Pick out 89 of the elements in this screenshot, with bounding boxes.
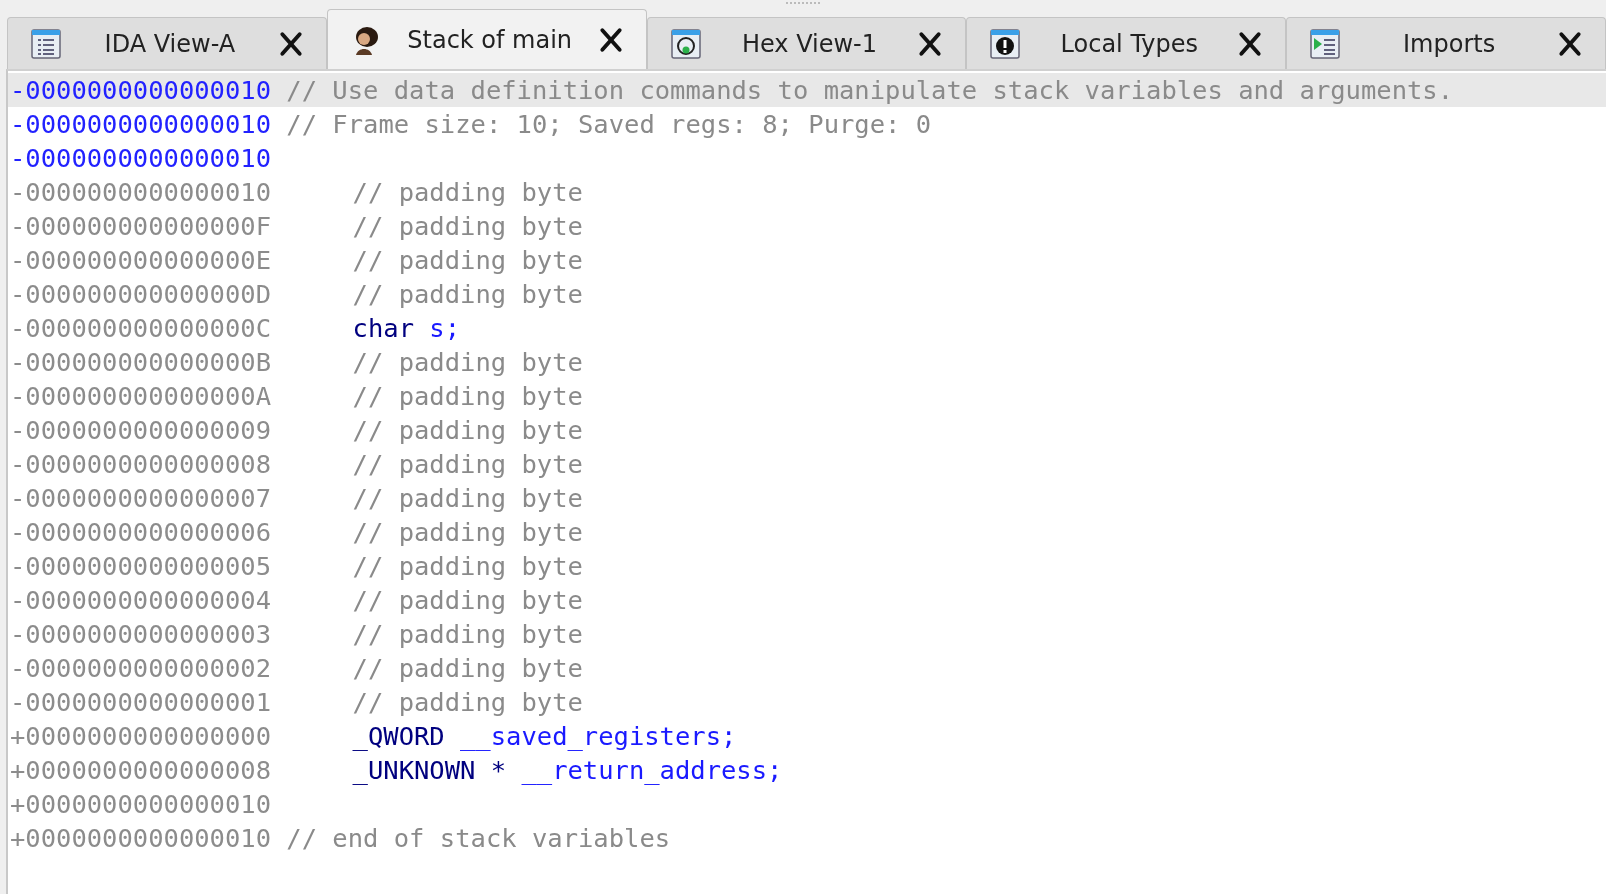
- comment: // padding byte: [352, 415, 583, 445]
- close-icon[interactable]: [917, 30, 944, 57]
- stack-offset: -000000000000000A: [10, 381, 271, 411]
- stack-offset: -000000000000000D: [10, 279, 271, 309]
- comment: // padding byte: [352, 653, 583, 683]
- stack-offset: -0000000000000010: [10, 75, 271, 105]
- code-line[interactable]: -0000000000000010 // Frame size: 10; Saved regs: 8; Purge: 0: [8, 107, 1606, 141]
- stack-offset: -000000000000000B: [10, 347, 271, 377]
- comment: // padding byte: [352, 279, 583, 309]
- code-line[interactable]: -000000000000000A // padding byte: [8, 379, 1606, 413]
- list-window-icon: [30, 27, 62, 60]
- close-icon[interactable]: [1237, 30, 1264, 57]
- variable-type: _QWORD: [352, 721, 445, 751]
- variable-name: __saved_registers;: [460, 721, 737, 751]
- stack-offset: -0000000000000010: [10, 109, 271, 139]
- code-line[interactable]: -000000000000000D // padding byte: [8, 277, 1606, 311]
- comment: // padding byte: [352, 245, 583, 275]
- stack-offset: -0000000000000001: [10, 687, 271, 717]
- comment: // padding byte: [352, 551, 583, 581]
- code-line[interactable]: +0000000000000008 _UNKNOWN * __return_address;: [8, 753, 1606, 787]
- tab[interactable]: Hex View-1: [646, 17, 967, 69]
- stack-offset: +0000000000000010: [10, 789, 271, 819]
- code-line[interactable]: -0000000000000006 // padding byte: [8, 515, 1606, 549]
- stack-offset: -0000000000000010: [10, 177, 271, 207]
- code-line[interactable]: -000000000000000E // padding byte: [8, 243, 1606, 277]
- code-line[interactable]: +0000000000000010: [8, 787, 1606, 821]
- comment: // padding byte: [352, 483, 583, 513]
- code-line[interactable]: -0000000000000010: [8, 141, 1606, 175]
- code-line[interactable]: -000000000000000C char s;: [8, 311, 1606, 345]
- comment: // Use data definition commands to manipulate stack variables and arguments.: [286, 75, 1454, 105]
- stack-offset: -000000000000000E: [10, 245, 271, 275]
- stack-offset: -000000000000000F: [10, 211, 271, 241]
- code-line[interactable]: +0000000000000010 // end of stack variables: [8, 821, 1606, 855]
- close-icon[interactable]: [1557, 30, 1583, 57]
- tab-label: Stack of main: [406, 25, 574, 54]
- stack-offset: -0000000000000005: [10, 551, 271, 581]
- comment: // padding byte: [352, 687, 583, 717]
- comment: // padding byte: [352, 211, 583, 241]
- code-line[interactable]: -0000000000000008 // padding byte: [8, 447, 1606, 481]
- tab[interactable]: IDA View-A: [7, 17, 327, 69]
- stack-offset: -0000000000000007: [10, 483, 271, 513]
- info-window-icon: [989, 27, 1022, 60]
- tab[interactable]: Local Types: [966, 17, 1287, 69]
- tab-label: IDA View-A: [103, 29, 237, 58]
- code-line[interactable]: -0000000000000002 // padding byte: [8, 651, 1606, 685]
- stack-offset: -0000000000000008: [10, 449, 271, 479]
- close-icon[interactable]: [277, 30, 304, 57]
- stack-offset: -0000000000000010: [10, 143, 271, 173]
- comment: // padding byte: [352, 177, 583, 207]
- stack-offset: -0000000000000002: [10, 653, 271, 683]
- comment: // padding byte: [352, 619, 583, 649]
- stack-offset: -0000000000000006: [10, 517, 271, 547]
- code-line[interactable]: -0000000000000004 // padding byte: [8, 583, 1606, 617]
- tab-label: Hex View-1: [740, 29, 879, 58]
- code-line[interactable]: -0000000000000005 // padding byte: [8, 549, 1606, 583]
- stack-offset: -000000000000000C: [10, 313, 271, 343]
- code-line[interactable]: -0000000000000003 // padding byte: [8, 617, 1606, 651]
- variable-type: char: [352, 313, 414, 343]
- close-icon[interactable]: [597, 26, 624, 53]
- comment: // padding byte: [352, 517, 583, 547]
- tab[interactable]: Stack of main: [326, 9, 647, 69]
- comment: // Frame size: 10; Saved regs: 8; Purge: 0: [286, 109, 932, 139]
- tab[interactable]: Imports: [1286, 17, 1606, 69]
- code-line[interactable]: -0000000000000001 // padding byte: [8, 685, 1606, 719]
- code-line[interactable]: -0000000000000007 // padding byte: [8, 481, 1606, 515]
- comment: // padding byte: [352, 585, 583, 615]
- comment: // end of stack variables: [286, 823, 671, 853]
- comment: // padding byte: [352, 347, 583, 377]
- stack-offset: -0000000000000009: [10, 415, 271, 445]
- stack-offset: +0000000000000008: [10, 755, 271, 785]
- gauge-window-icon: [669, 27, 702, 60]
- stack-offset: -0000000000000003: [10, 619, 271, 649]
- code-line[interactable]: -0000000000000010 // padding byte: [8, 175, 1606, 209]
- tab-label: Local Types: [1059, 29, 1199, 58]
- variable-name: s;: [429, 313, 461, 343]
- stack-offset: -0000000000000004: [10, 585, 271, 615]
- variable-type: _UNKNOWN *: [352, 755, 507, 785]
- variable-name: __return_address;: [521, 755, 783, 785]
- code-line[interactable]: -0000000000000009 // padding byte: [8, 413, 1606, 447]
- code-line[interactable]: +0000000000000000 _QWORD __saved_registers;: [8, 719, 1606, 753]
- comment: // padding byte: [352, 381, 583, 411]
- stack-offset: +0000000000000010: [10, 823, 271, 853]
- code-line[interactable]: -000000000000000B // padding byte: [8, 345, 1606, 379]
- code-line[interactable]: -000000000000000F // padding byte: [8, 209, 1606, 243]
- import-list-icon: [1309, 27, 1342, 60]
- stack-offset: +0000000000000000: [10, 721, 271, 751]
- tab-label: Imports: [1402, 29, 1497, 58]
- splitter-handle[interactable]: [786, 2, 820, 7]
- comment: // padding byte: [352, 449, 583, 479]
